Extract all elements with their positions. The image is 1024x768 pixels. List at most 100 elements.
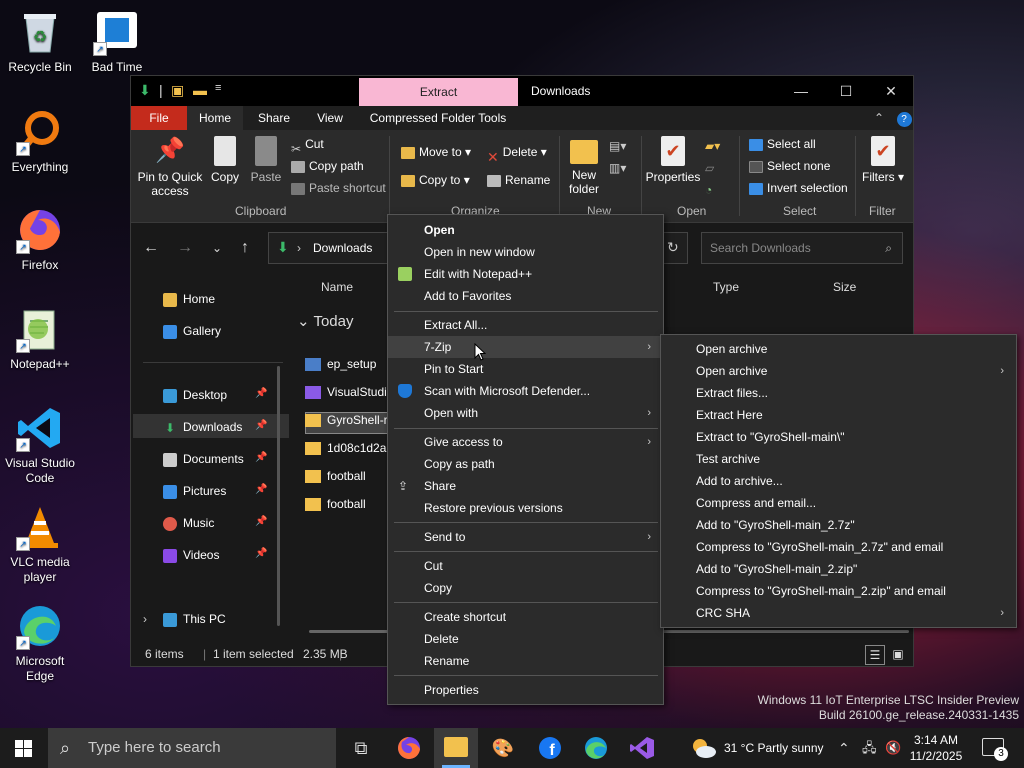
firefox-taskbar-icon[interactable] — [396, 736, 422, 760]
tab-file[interactable]: File — [131, 106, 187, 130]
list-item[interactable]: VisualStudi — [305, 380, 387, 404]
column-header-size[interactable]: Size — [833, 280, 856, 294]
forward-arrow-icon[interactable]: → — [173, 236, 197, 260]
network-icon[interactable]: 🖧 — [862, 728, 877, 768]
easy-access-button[interactable]: ▥▾ — [609, 158, 626, 178]
desktop-icon-recycle-bin[interactable]: ♻ Recycle Bin — [0, 8, 80, 75]
desktop-icon-everything[interactable]: ↗ Everything — [0, 108, 80, 175]
menu-item-copy-as-path[interactable]: Copy as path — [388, 453, 663, 475]
cut-button[interactable]: ✂ Cut — [291, 134, 324, 156]
properties-icon[interactable]: ▣ — [171, 82, 184, 99]
desktop-icon-bad-time[interactable]: ↗ Bad Time — [77, 8, 157, 75]
properties-button[interactable]: ✔ Properties — [645, 130, 701, 184]
volume-muted-icon[interactable]: 🔇 — [885, 728, 901, 768]
tab-share[interactable]: Share — [249, 106, 299, 130]
tab-compressed-folder-tools[interactable]: Compressed Folder Tools — [367, 106, 509, 130]
invert-selection-button[interactable]: Invert selection — [749, 178, 848, 198]
delete-button[interactable]: ✕ Delete ▾ — [487, 142, 547, 165]
menu-item-open-new-window[interactable]: Open in new window — [388, 241, 663, 263]
weather-partly-sunny-icon[interactable] — [688, 736, 718, 760]
recent-locations-chevron-icon[interactable]: ⌄ — [205, 236, 229, 260]
back-arrow-icon[interactable]: ← — [139, 236, 163, 260]
menu-item-edit-notepadpp[interactable]: Edit with Notepad++ — [388, 263, 663, 285]
windows-start-icon[interactable] — [15, 740, 32, 757]
edit-icon[interactable]: ▱ — [705, 158, 714, 178]
submenu-item-add-7z[interactable]: Add to "GyroShell-main_2.7z" — [661, 514, 1016, 536]
show-hidden-icons-chevron-icon[interactable]: ⌃ — [838, 728, 850, 768]
nav-item-this-pc[interactable]: This PC — [163, 608, 226, 630]
menu-item-properties[interactable]: Properties — [388, 679, 663, 701]
copy-button[interactable]: Copy — [207, 130, 243, 184]
paste-shortcut-button[interactable]: Paste shortcut — [291, 178, 386, 198]
taskbar-search-box[interactable]: ⌕ Type here to search — [48, 728, 336, 768]
help-icon[interactable]: ? — [895, 106, 913, 130]
submenu-item-test-archive[interactable]: Test archive — [661, 448, 1016, 470]
open-dropdown-icon[interactable]: ▰▾ — [705, 136, 720, 156]
breadcrumb-downloads[interactable]: Downloads — [313, 241, 372, 255]
close-button[interactable]: ✕ — [868, 76, 914, 106]
clock[interactable]: 3:14 AM 11/2/2025 — [904, 732, 968, 764]
desktop-icon-firefox[interactable]: ↗ Firefox — [0, 206, 80, 273]
submenu-item-open-archive-with[interactable]: Open archive › — [661, 360, 1016, 382]
menu-item-open[interactable]: Open — [388, 219, 663, 241]
qat-dropdown-icon[interactable]: ≡ — [215, 82, 221, 94]
submenu-item-open-archive[interactable]: Open archive — [661, 338, 1016, 360]
column-header-type[interactable]: Type — [713, 280, 739, 294]
menu-item-copy[interactable]: Copy — [388, 577, 663, 599]
menu-item-add-favorites[interactable]: Add to Favorites — [388, 285, 663, 307]
details-view-icon[interactable]: ☰ — [865, 645, 885, 665]
select-none-button[interactable]: Select none — [749, 156, 830, 176]
task-view-icon[interactable]: ⧉ — [348, 736, 374, 760]
large-icons-view-icon[interactable]: ▣ — [889, 645, 907, 663]
weather-text[interactable]: 31 °C Partly sunny — [724, 728, 824, 768]
menu-item-extract-all[interactable]: Extract All... — [388, 314, 663, 336]
submenu-item-compress-email[interactable]: Compress and email... — [661, 492, 1016, 514]
menu-item-pin-start[interactable]: Pin to Start — [388, 358, 663, 380]
menu-item-scan-defender[interactable]: Scan with Microsoft Defender... — [388, 380, 663, 402]
submenu-item-extract-files[interactable]: Extract files... — [661, 382, 1016, 404]
maximize-button[interactable]: ☐ — [823, 76, 869, 106]
move-to-button[interactable]: Move to ▾ — [401, 142, 471, 162]
file-explorer-taskbar-button[interactable] — [434, 728, 478, 768]
expand-chevron-icon[interactable]: › — [143, 612, 147, 626]
submenu-item-extract-to[interactable]: Extract to "GyroShell-main\" — [661, 426, 1016, 448]
copy-to-button[interactable]: Copy to ▾ — [401, 170, 470, 190]
paste-button[interactable]: Paste — [247, 130, 285, 184]
submenu-item-compress-zip-email[interactable]: Compress to "GyroShell-main_2.zip" and e… — [661, 580, 1016, 602]
new-folder-qat-icon[interactable]: ▬ — [193, 82, 207, 98]
visual-studio-taskbar-icon[interactable] — [629, 736, 655, 760]
facebook-icon[interactable]: f — [537, 736, 563, 760]
select-all-button[interactable]: Select all — [749, 134, 816, 154]
tab-home[interactable]: Home — [187, 106, 243, 130]
copy-path-button[interactable]: Copy path — [291, 156, 364, 176]
up-arrow-icon[interactable]: ↑ — [233, 236, 257, 260]
nav-scrollbar[interactable] — [277, 366, 280, 626]
menu-item-rename[interactable]: Rename — [388, 650, 663, 672]
nav-item-desktop[interactable]: Desktop — [163, 384, 227, 406]
notification-center-icon[interactable]: 3 — [982, 738, 1008, 761]
list-item[interactable]: 1d08c1d2a7 — [305, 436, 393, 460]
rename-button[interactable]: Rename — [487, 170, 550, 190]
submenu-item-extract-here[interactable]: Extract Here — [661, 404, 1016, 426]
edge-taskbar-icon[interactable] — [583, 736, 609, 760]
nav-item-pictures[interactable]: Pictures — [163, 480, 226, 502]
filters-button[interactable]: ✔ Filters ▾ — [861, 130, 905, 184]
nav-item-music[interactable]: Music — [163, 512, 214, 534]
tab-view[interactable]: View — [305, 106, 355, 130]
list-item[interactable]: football — [305, 464, 366, 488]
submenu-item-add-zip[interactable]: Add to "GyroShell-main_2.zip" — [661, 558, 1016, 580]
column-header-name[interactable]: Name — [321, 280, 353, 294]
menu-item-cut[interactable]: Cut — [388, 555, 663, 577]
refresh-icon[interactable]: ↻ — [667, 239, 679, 256]
submenu-item-compress-7z-email[interactable]: Compress to "GyroShell-main_2.7z" and em… — [661, 536, 1016, 558]
desktop-icon-vlc[interactable]: ↗ VLC media player — [0, 503, 80, 585]
new-folder-button[interactable]: New folder — [565, 130, 603, 196]
menu-item-give-access[interactable]: Give access to › — [388, 431, 663, 453]
nav-item-gallery[interactable]: Gallery — [163, 320, 221, 342]
menu-item-delete[interactable]: Delete — [388, 628, 663, 650]
minimize-button[interactable]: — — [778, 76, 824, 106]
list-item[interactable]: ep_setup — [305, 352, 376, 376]
desktop-icon-vscode[interactable]: ↗ Visual Studio Code — [0, 404, 80, 486]
menu-item-send-to[interactable]: Send to › — [388, 526, 663, 548]
nav-item-home[interactable]: Home — [163, 288, 215, 310]
